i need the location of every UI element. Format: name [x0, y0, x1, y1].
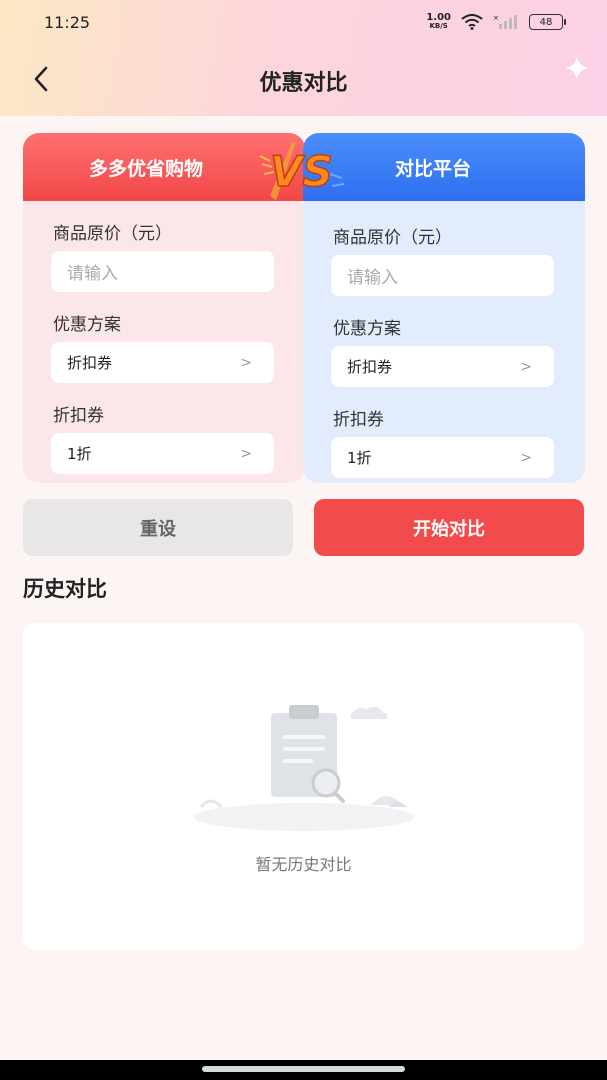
vs-label: VS	[270, 147, 333, 196]
compare-platform-title: 对比平台	[395, 157, 472, 180]
original-price-label: 商品原价（元）	[333, 228, 452, 248]
sparkle-icon	[565, 56, 589, 80]
chevron-right-icon: >	[240, 445, 252, 462]
coupon-label: 折扣券	[53, 406, 104, 426]
history-section-title: 历史对比	[23, 577, 107, 601]
reset-button[interactable]: 重设	[23, 499, 293, 556]
status-icons: 1.00 KB/S × 48	[426, 12, 566, 31]
start-compare-button[interactable]: 开始对比	[314, 499, 584, 556]
empty-history-text: 暂无历史对比	[255, 855, 352, 874]
page-title: 优惠对比	[259, 71, 348, 96]
battery-icon: 48	[529, 14, 566, 30]
original-price-input[interactable]: 请输入	[51, 251, 274, 292]
coupon-label: 折扣券	[333, 410, 384, 430]
navigation-bar: 优惠对比	[0, 56, 607, 106]
svg-text:×: ×	[493, 14, 499, 22]
net-speed: 1.00 KB/S	[426, 12, 451, 31]
original-price-label: 商品原价（元）	[53, 224, 172, 244]
discount-plan-label: 优惠方案	[53, 315, 121, 335]
coupon-select[interactable]: 1折 >	[331, 437, 554, 478]
discount-plan-label: 优惠方案	[333, 319, 401, 339]
wifi-icon	[461, 14, 483, 30]
history-list: 暂无历史对比	[23, 623, 584, 950]
home-indicator[interactable]	[202, 1066, 405, 1072]
empty-clipboard-icon	[194, 705, 414, 831]
original-price-input[interactable]: 请输入	[331, 255, 554, 296]
discount-plan-select[interactable]: 折扣券 >	[331, 346, 554, 387]
chevron-right-icon: >	[520, 449, 532, 466]
coupon-select[interactable]: 1折 >	[51, 433, 274, 474]
back-button[interactable]	[26, 64, 56, 94]
chevron-right-icon: >	[520, 358, 532, 375]
status-bar: 11:25 1.00 KB/S × 48	[0, 0, 607, 44]
chevron-left-icon	[34, 66, 48, 92]
own-platform-title: 多多优省购物	[89, 157, 204, 180]
status-time: 11:25	[44, 12, 91, 32]
vs-badge-icon: VS	[259, 142, 345, 200]
cellular-signal-icon: ×	[493, 14, 517, 29]
chevron-right-icon: >	[240, 354, 252, 371]
discount-plan-select[interactable]: 折扣券 >	[51, 342, 274, 383]
